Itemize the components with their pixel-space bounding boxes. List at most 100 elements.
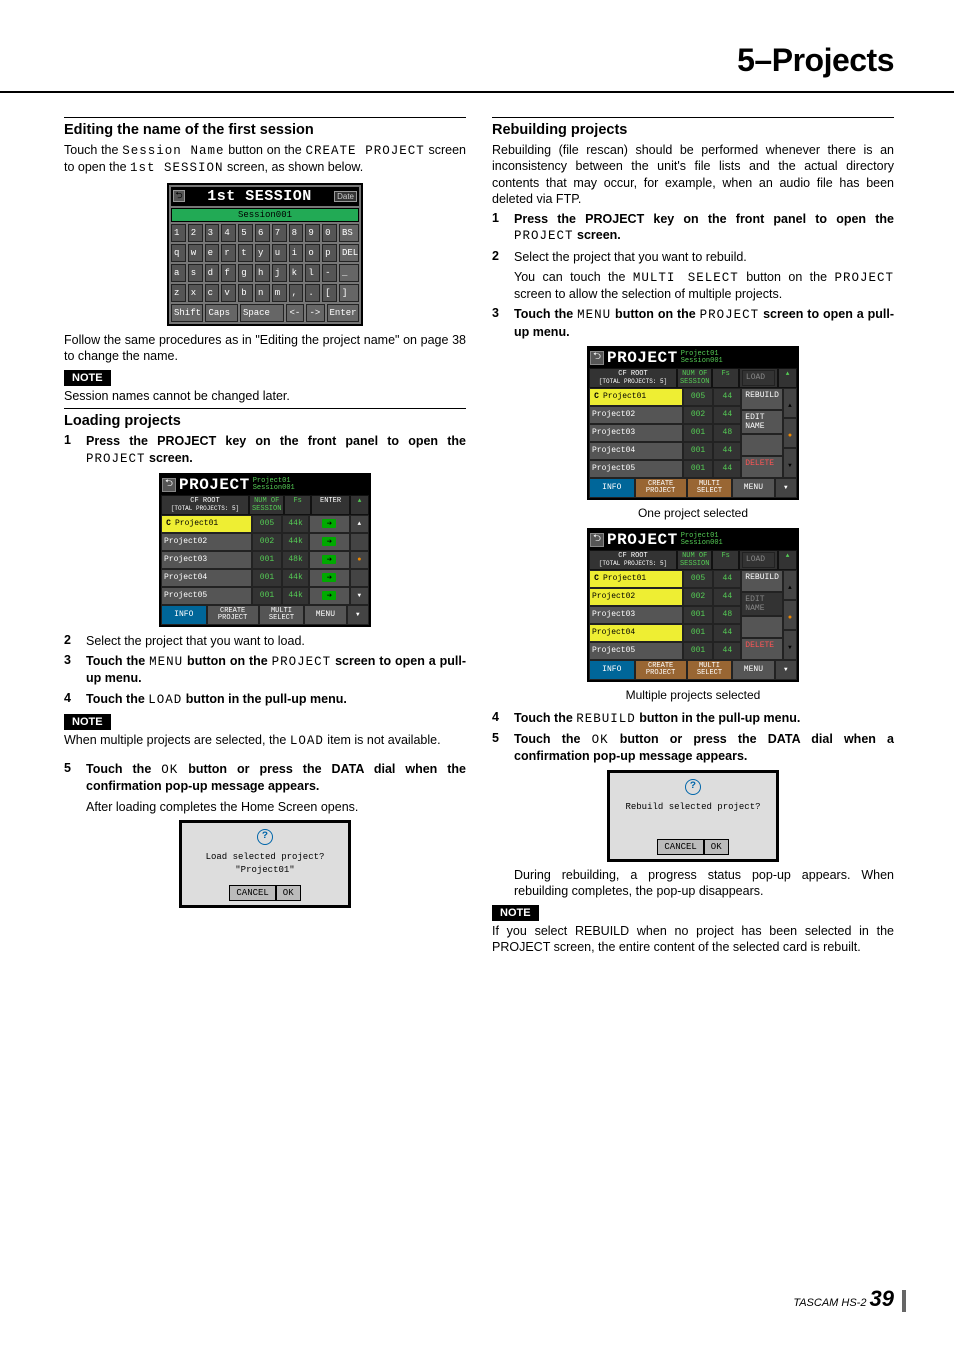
scroll-bottom-icon[interactable] — [356, 611, 360, 619]
scroll-top-icon[interactable] — [786, 552, 790, 560]
table-row[interactable]: Project0200244 — [589, 588, 741, 606]
enter-arrow-icon[interactable]: ➔ — [322, 519, 336, 528]
table-row[interactable]: Project0500144 — [589, 642, 741, 660]
scroll-bottom-icon[interactable] — [784, 484, 788, 492]
menu-delete[interactable]: DELETE — [741, 456, 783, 478]
key-bs[interactable]: BS — [339, 224, 359, 242]
table-row[interactable]: CProject0100544 — [589, 388, 741, 406]
key-del[interactable]: DEL — [339, 244, 359, 262]
ok-button[interactable]: OK — [276, 885, 301, 901]
table-row[interactable]: Project0200244 — [589, 406, 741, 424]
session-name-btn-ref: Session Name — [122, 144, 224, 158]
back-icon[interactable]: ⮌ — [590, 351, 604, 365]
keyboard-rows: 1234567890BS qwertyuiopDEL asdfghjkl-_ z… — [171, 224, 359, 322]
back-icon[interactable]: ⮌ — [173, 190, 185, 202]
table-row[interactable]: CProject0100544k➔ — [161, 515, 369, 533]
menu-edit-name[interactable]: EDIT NAME — [741, 410, 783, 434]
info-button[interactable]: INFO — [161, 605, 207, 625]
table-row[interactable]: Project0300148 — [589, 606, 741, 624]
key-caps[interactable]: Caps — [205, 304, 237, 322]
key-left[interactable]: <- — [286, 304, 304, 322]
step-5-sub: After loading completes the Home Screen … — [86, 799, 466, 815]
info-button[interactable]: INFO — [589, 660, 635, 680]
enter-arrow-icon[interactable]: ➔ — [322, 591, 336, 600]
create-project-ref: CREATE PROJECT — [305, 144, 424, 158]
table-row[interactable]: Project0400144 — [589, 442, 741, 460]
multi-select-button[interactable]: MULTISELECT — [687, 478, 733, 498]
info-button[interactable]: INFO — [589, 478, 635, 498]
back-icon[interactable]: ⮌ — [590, 533, 604, 547]
key-right[interactable]: -> — [306, 304, 324, 322]
step-5: 5 Touch the OK button or press the DATA … — [492, 731, 894, 765]
menu-button[interactable]: MENU — [732, 478, 774, 498]
menu-button[interactable]: MENU — [732, 660, 774, 680]
page-number: 39 — [870, 1286, 894, 1311]
key-shift[interactable]: Shift — [171, 304, 203, 322]
cancel-button[interactable]: CANCEL — [657, 839, 703, 855]
page-footer: TASCAM HS-2 39 — [793, 1286, 894, 1312]
cancel-button[interactable]: CANCEL — [229, 885, 275, 901]
body-text: Follow the same procedures as in "Editin… — [64, 332, 466, 365]
scroll-top-icon[interactable] — [358, 497, 362, 505]
note-text: If you select REBUILD when no project ha… — [492, 923, 894, 956]
enter-arrow-icon[interactable]: ➔ — [322, 537, 336, 546]
step-4: 4 Touch the REBUILD button in the pull-u… — [492, 710, 894, 727]
page-header: 5–Projects — [0, 0, 954, 87]
key-enter[interactable]: Enter — [327, 304, 359, 322]
enter-arrow-icon[interactable]: ➔ — [322, 573, 336, 582]
key-space[interactable]: Space — [240, 304, 285, 322]
chapter-title: 5–Projects — [0, 42, 894, 79]
table-row[interactable]: Project0400144k➔ — [161, 569, 369, 587]
question-icon: ? — [685, 779, 701, 795]
step-5-sub: During rebuilding, a progress status pop… — [514, 867, 894, 900]
menu-rebuild[interactable]: REBUILD — [741, 388, 783, 410]
ok-button[interactable]: OK — [704, 839, 729, 855]
menu-load[interactable]: LOAD — [742, 370, 775, 386]
kbd-title-bar: ⮌ 1st SESSION Date — [171, 187, 359, 206]
create-project-button[interactable]: CREATEPROJECT — [207, 605, 259, 625]
create-project-button[interactable]: CREATEPROJECT — [635, 660, 687, 680]
menu-rebuild[interactable]: REBUILD — [741, 570, 783, 592]
body-text: Touch the Session Name button on the CRE… — [64, 142, 466, 177]
step-5: 5 Touch the OK button or press the DATA … — [64, 761, 466, 795]
create-project-button[interactable]: CREATEPROJECT — [635, 478, 687, 498]
table-row[interactable]: Project0300148 — [589, 424, 741, 442]
back-icon[interactable]: ⮌ — [162, 478, 176, 492]
figure-caption: Multiple projects selected — [492, 688, 894, 702]
menu-button[interactable]: MENU — [304, 605, 346, 625]
question-icon: ? — [257, 829, 273, 845]
step-2-sub: You can touch the MULTI SELECT button on… — [514, 269, 894, 303]
section-rule — [492, 117, 894, 118]
multi-select-button[interactable]: MULTISELECT — [687, 660, 733, 680]
key-1[interactable]: 1 — [171, 224, 186, 242]
date-button[interactable]: Date — [334, 191, 357, 202]
enter-arrow-icon[interactable]: ➔ — [322, 555, 336, 564]
note-text: When multiple projects are selected, the… — [64, 732, 466, 749]
scroll-bottom-icon[interactable] — [784, 666, 788, 674]
section-rule — [64, 117, 466, 118]
table-row[interactable]: Project0500144k➔ — [161, 587, 369, 605]
menu-load[interactable]: LOAD — [742, 552, 775, 568]
name-input[interactable]: Session001 — [171, 208, 359, 222]
note-label: NOTE — [64, 370, 111, 386]
project-screenshot-1: ⮌ PROJECT Project01Session001 CF ROOT[TO… — [64, 473, 466, 627]
table-row[interactable]: Project0500144 — [589, 460, 741, 478]
step-4: 4 Touch the LOAD button in the pull-up m… — [64, 691, 466, 708]
step-3: 3 Touch the MENU button on the PROJECT s… — [64, 653, 466, 687]
menu-delete[interactable]: DELETE — [741, 638, 783, 660]
section-title-loading: Loading projects — [64, 413, 466, 429]
note-text: Session names cannot be changed later. — [64, 388, 466, 404]
table-row[interactable]: CProject0100544 — [589, 570, 741, 588]
step-1: 1 Press the PROJECT key on the front pan… — [492, 211, 894, 245]
table-row[interactable]: Project0300148k➔ — [161, 551, 369, 569]
load-popup: ? Load selected project? "Project01" CAN… — [64, 821, 466, 907]
table-row[interactable]: Project0200244k➔ — [161, 533, 369, 551]
step-2: 2 Select the project that you want to lo… — [64, 633, 466, 649]
multi-select-button[interactable]: MULTISELECT — [259, 605, 305, 625]
table-row[interactable]: Project0400144 — [589, 624, 741, 642]
menu-edit-name[interactable]: EDIT NAME — [741, 592, 783, 616]
note-label: NOTE — [492, 905, 539, 921]
scroll-top-icon[interactable] — [786, 370, 790, 378]
pull-up-menu: LOAD — [739, 368, 778, 388]
step-2: 2 Select the project that you want to re… — [492, 249, 894, 265]
